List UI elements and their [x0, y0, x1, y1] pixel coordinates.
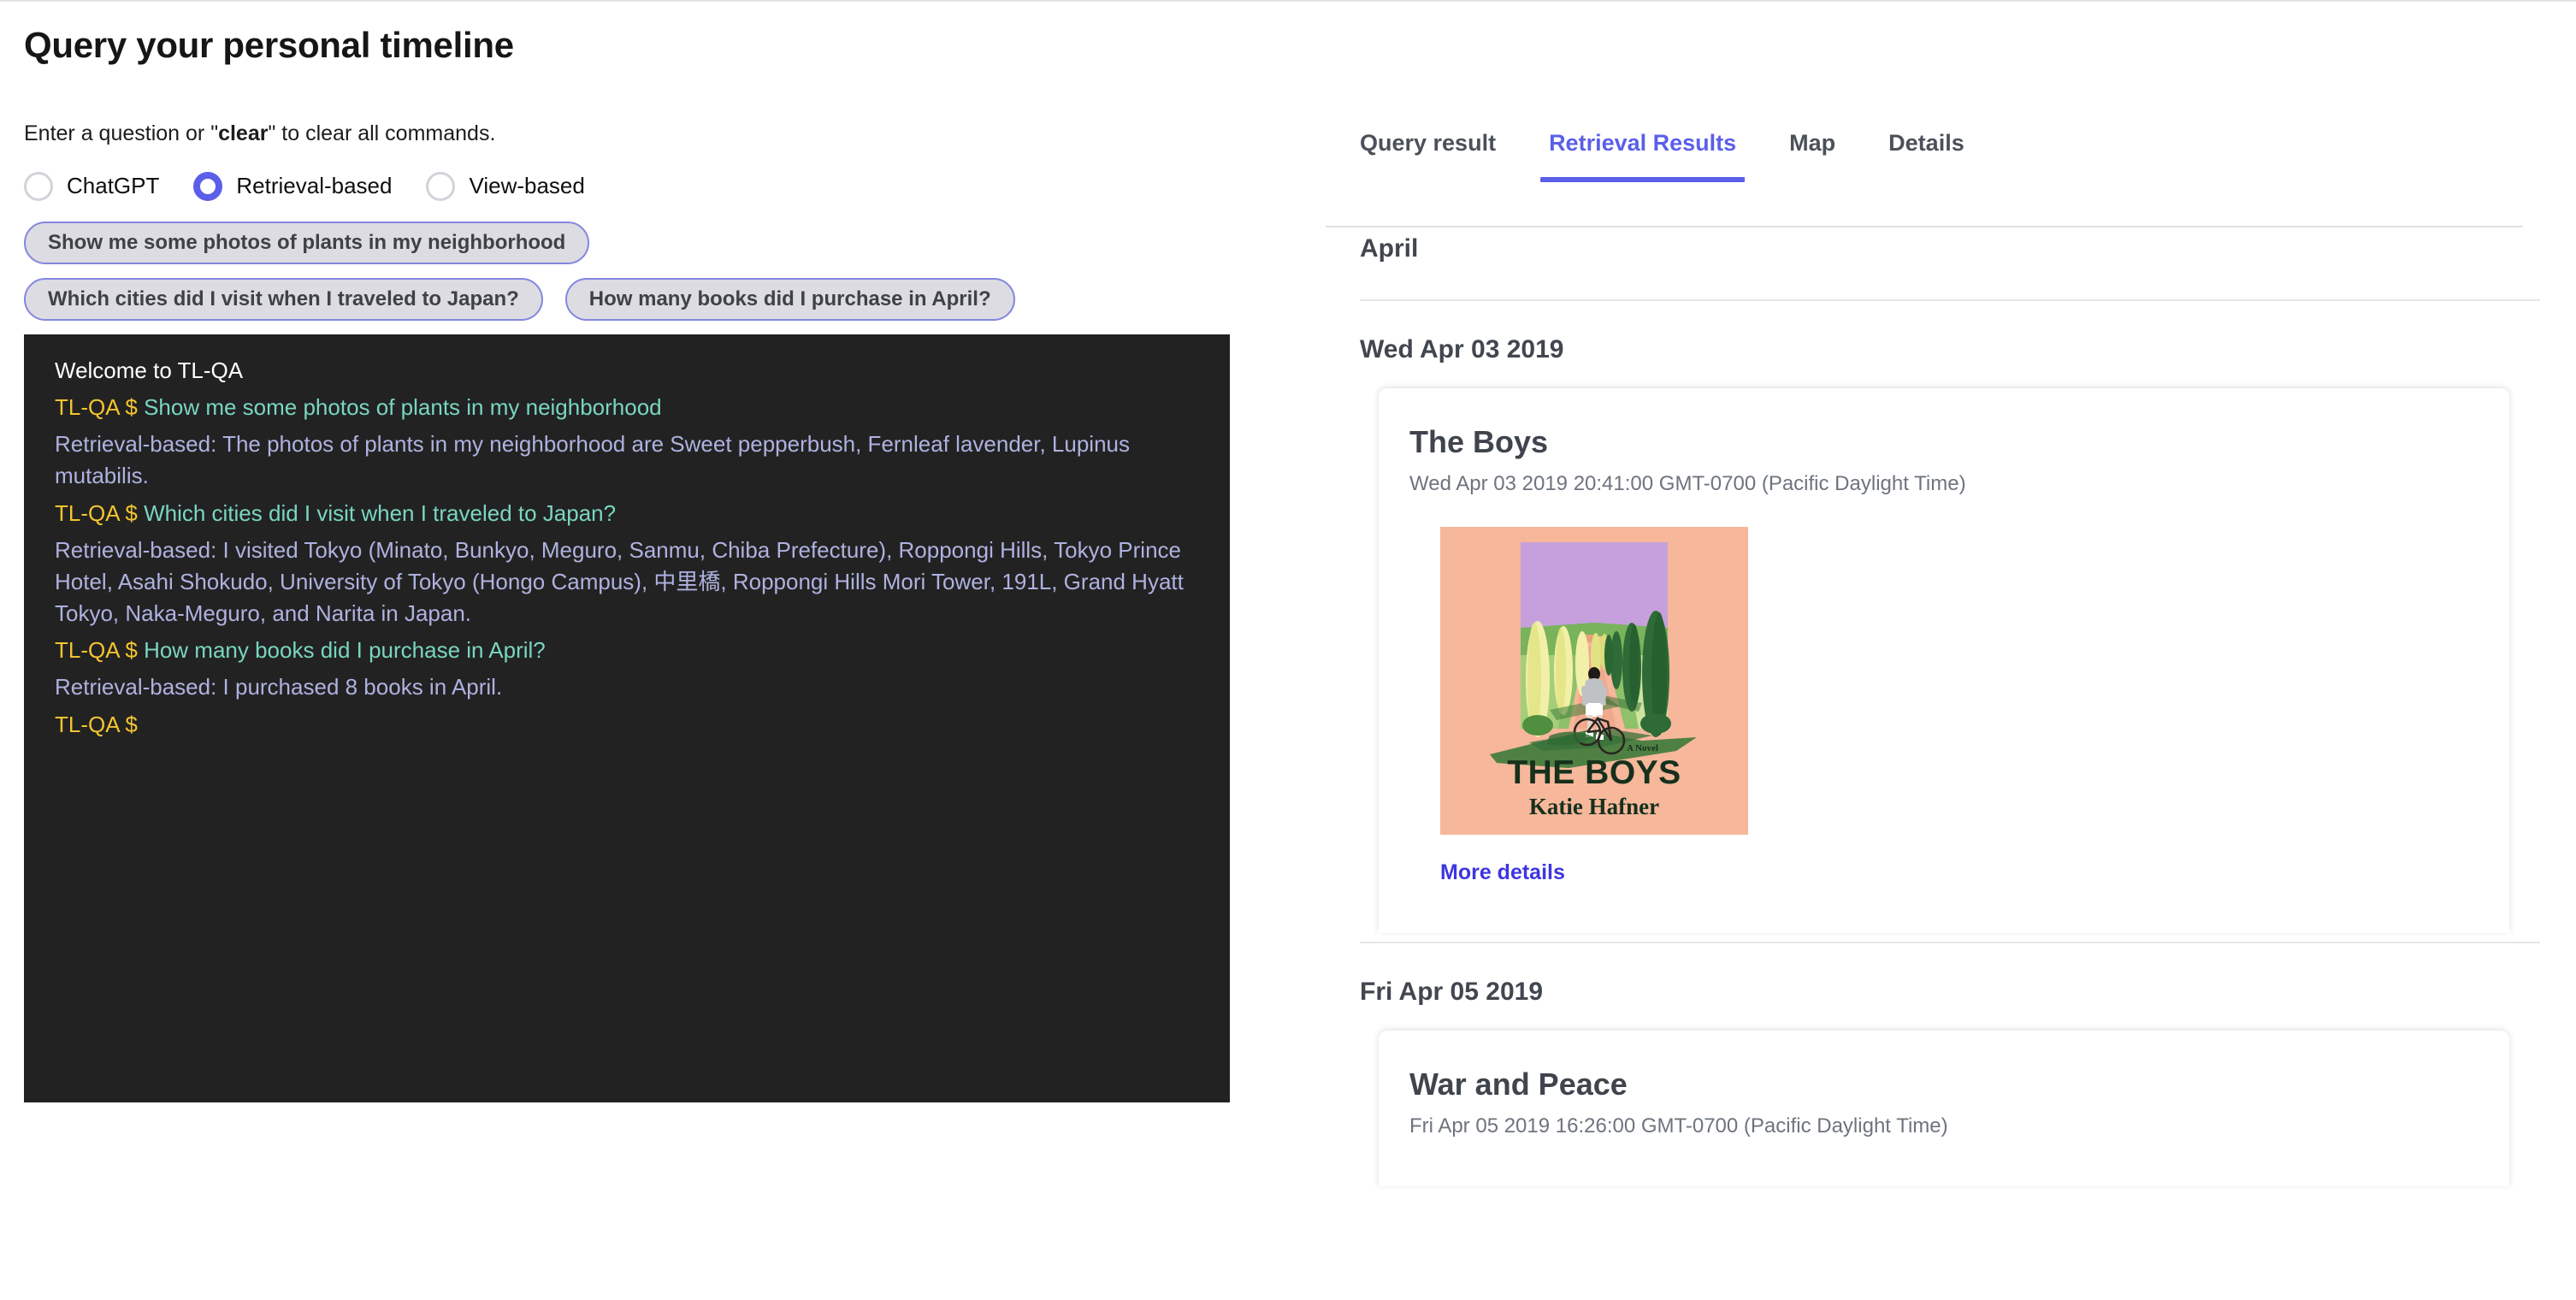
- page-title: Query your personal timeline: [24, 24, 1283, 67]
- mode-label-retrieval-based: Retrieval-based: [236, 173, 392, 199]
- result-entry-card-war-and-peace[interactable]: War and Peace Fri Apr 05 2019 16:26:00 G…: [1379, 1031, 2509, 1186]
- day-heading-apr-05: Fri Apr 05 2019: [1360, 978, 2576, 1007]
- book-cover-art: A Novel THE BOYS Katie Hafner: [1440, 527, 1748, 835]
- entry-title: War and Peace: [1409, 1067, 2509, 1102]
- more-details-link[interactable]: More details: [1440, 860, 1565, 885]
- mode-option-chatgpt[interactable]: ChatGPT: [24, 172, 159, 201]
- terminal-command-line: TL-QA $ Which cities did I visit when I …: [55, 498, 1202, 529]
- terminal-command-text: How many books did I purchase in April?: [144, 637, 546, 663]
- book-cover-image: A Novel THE BOYS Katie Hafner: [1440, 527, 1748, 835]
- terminal-command-line: TL-QA $ Show me some photos of plants in…: [55, 392, 1202, 423]
- entry-title: The Boys: [1409, 424, 2509, 460]
- radio-icon-view-based[interactable]: [426, 172, 455, 201]
- terminal-command-line: TL-QA $ How many books did I purchase in…: [55, 635, 1202, 666]
- mode-label-view-based: View-based: [469, 173, 584, 199]
- terminal-prompt: TL-QA $: [55, 712, 138, 737]
- book-author-text: Katie Hafner: [1529, 794, 1659, 819]
- terminal-response-line: Retrieval-based: I purchased 8 books in …: [55, 671, 1202, 703]
- tabs-divider: [1326, 226, 2523, 228]
- tab-map[interactable]: Map: [1789, 130, 1835, 182]
- group-divider: [1360, 942, 2540, 943]
- month-divider: [1360, 299, 2540, 301]
- terminal-prompt: TL-QA $: [55, 394, 138, 420]
- suggestion-chip-books[interactable]: How many books did I purchase in April?: [565, 278, 1015, 321]
- terminal-response-line: Retrieval-based: I visited Tokyo (Minato…: [55, 535, 1202, 630]
- app-root: Query your personal timeline Enter a que…: [0, 0, 2576, 1300]
- book-subtitle-text: A Novel: [1627, 743, 1658, 753]
- month-heading: April: [1360, 234, 2576, 263]
- terminal-command-text: Show me some photos of plants in my neig…: [144, 394, 662, 420]
- results-panel: Query result Retrieval Results Map Detai…: [1326, 2, 2576, 1300]
- results-tab-bar: Query result Retrieval Results Map Detai…: [1360, 130, 2540, 188]
- instruction-text-after: " to clear all commands.: [268, 121, 495, 145]
- entry-timestamp: Wed Apr 03 2019 20:41:00 GMT-0700 (Pacif…: [1409, 472, 2509, 496]
- card-bottom-spacer: [1409, 885, 2509, 933]
- tab-details[interactable]: Details: [1888, 130, 1964, 182]
- terminal-response-line: Retrieval-based: The photos of plants in…: [55, 428, 1202, 492]
- day-heading-apr-03: Wed Apr 03 2019: [1360, 335, 2576, 364]
- terminal-prompt: TL-QA $: [55, 637, 138, 663]
- suggestion-chips: Show me some photos of plants in my neig…: [24, 222, 1256, 321]
- book-title-text: THE BOYS: [1507, 754, 1681, 791]
- suggestion-row-2: Which cities did I visit when I traveled…: [24, 278, 1256, 321]
- mode-option-view-based[interactable]: View-based: [426, 172, 584, 201]
- tab-retrieval-results[interactable]: Retrieval Results: [1549, 130, 1736, 182]
- instruction-keyword: clear: [218, 121, 268, 145]
- mode-option-retrieval-based[interactable]: Retrieval-based: [193, 172, 392, 201]
- instruction-text-before: Enter a question or ": [24, 121, 218, 145]
- result-entry-card-the-boys[interactable]: The Boys Wed Apr 03 2019 20:41:00 GMT-07…: [1379, 388, 2509, 933]
- suggestion-chip-plants[interactable]: Show me some photos of plants in my neig…: [24, 222, 589, 264]
- tab-query-result[interactable]: Query result: [1360, 130, 1496, 182]
- mode-radio-group: ChatGPT Retrieval-based View-based: [24, 172, 1283, 201]
- card-bottom-spacer: [1409, 1138, 2509, 1186]
- radio-icon-chatgpt[interactable]: [24, 172, 53, 201]
- terminal-input-line[interactable]: TL-QA $: [55, 709, 1202, 741]
- terminal-welcome-line: Welcome to TL-QA: [55, 355, 1202, 387]
- terminal-prompt: TL-QA $: [55, 500, 138, 526]
- terminal-console[interactable]: Welcome to TL-QA TL-QA $ Show me some ph…: [24, 334, 1230, 1102]
- suggestion-row-1: Show me some photos of plants in my neig…: [24, 222, 1256, 264]
- instruction-text: Enter a question or "clear" to clear all…: [24, 120, 1283, 148]
- terminal-command-text: Which cities did I visit when I traveled…: [144, 500, 616, 526]
- mode-label-chatgpt: ChatGPT: [67, 173, 159, 199]
- suggestion-chip-japan[interactable]: Which cities did I visit when I traveled…: [24, 278, 543, 321]
- query-panel: Query your personal timeline Enter a que…: [0, 2, 1283, 1300]
- entry-timestamp: Fri Apr 05 2019 16:26:00 GMT-0700 (Pacif…: [1409, 1114, 2509, 1138]
- radio-icon-retrieval-based[interactable]: [193, 172, 222, 201]
